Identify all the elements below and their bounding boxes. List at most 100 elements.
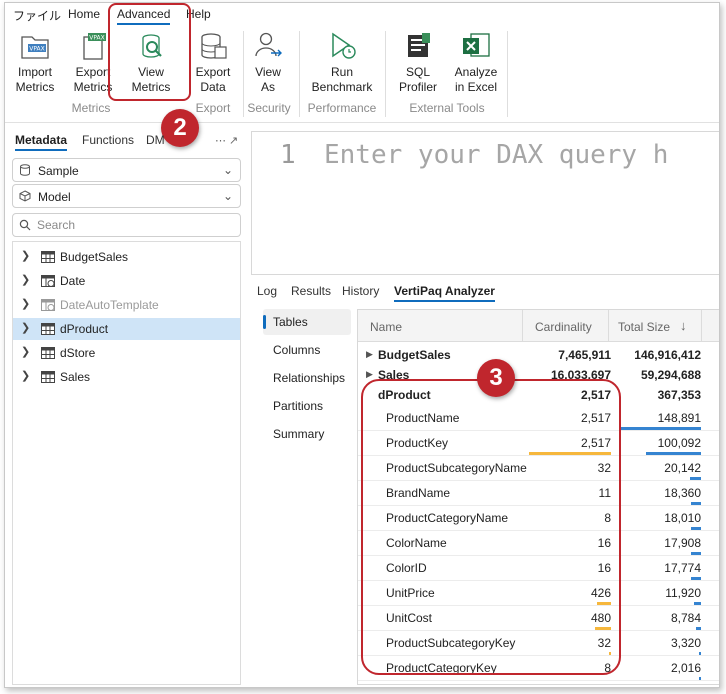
tree-item-label: Date — [60, 274, 86, 288]
grid-header: Name Cardinality Total Size ↓ — [358, 310, 719, 342]
callout-badge-3: 3 — [477, 359, 515, 397]
total-size-bar — [694, 602, 701, 605]
import-metrics-icon: VPAX — [18, 31, 52, 61]
table-total-size: 59,294,688 — [640, 368, 701, 382]
table-row[interactable]: ▶ BudgetSales 7,465,911 146,916,412 — [358, 344, 719, 364]
model-dropdown-value: Model — [38, 190, 71, 204]
excel-icon — [459, 31, 493, 61]
export-data-label: Export Data — [195, 65, 231, 94]
header-separator — [701, 310, 702, 342]
tab-history[interactable]: History — [342, 284, 379, 298]
chevron-right-icon[interactable]: ❯ — [21, 345, 30, 358]
import-metrics-button[interactable]: VPAX Import Metrics — [5, 31, 65, 95]
callout-highlight-columns — [361, 379, 621, 675]
search-input[interactable] — [37, 217, 232, 233]
column-total-size: 11,920 — [665, 586, 701, 600]
tab-functions[interactable]: Functions — [82, 133, 134, 147]
analyze-in-excel-button[interactable]: Analyze in Excel — [446, 31, 506, 95]
group-metrics-label: Metrics — [71, 101, 111, 115]
run-benchmark-button[interactable]: Run Benchmark — [309, 31, 375, 95]
export-data-button[interactable]: Export Data — [183, 31, 243, 95]
chevron-right-icon[interactable]: ❯ — [21, 273, 30, 286]
column-total-size: 2,016 — [670, 661, 701, 675]
tab-vertipaq-analyzer[interactable]: VertiPaq Analyzer — [394, 284, 495, 302]
user-icon — [251, 31, 285, 61]
tab-metadata[interactable]: Metadata — [15, 133, 68, 151]
column-total-size: 100,092 — [657, 436, 701, 450]
vpax-label-export: VPAX — [89, 35, 105, 42]
chevron-down-icon: ⌄ — [222, 189, 233, 203]
play-timer-icon — [325, 31, 359, 61]
vpax-label: VPAX — [29, 46, 45, 53]
callout-badge-2: 2 — [161, 109, 199, 147]
table-cardinality: 7,465,911 — [558, 348, 611, 362]
column-header-cardinality[interactable]: Cardinality — [535, 320, 592, 334]
view-as-button[interactable]: View As — [238, 31, 298, 95]
chevron-right-icon[interactable]: ❯ — [21, 249, 30, 262]
date-table-icon — [41, 299, 55, 311]
analyze-in-excel-label: Analyze in Excel — [454, 65, 498, 94]
nav-relationships-label: Relationships — [273, 371, 346, 385]
column-total-size: 3,320 — [670, 636, 701, 650]
column-header-name[interactable]: Name — [370, 320, 402, 334]
chevron-down-icon: ⌄ — [222, 163, 233, 177]
total-size-bar — [699, 677, 701, 680]
nav-columns-label: Columns — [273, 343, 321, 357]
expand-icon[interactable]: ▶ — [366, 369, 373, 380]
tab-log[interactable]: Log — [257, 284, 277, 298]
database-dropdown[interactable]: Sample ⌄ — [12, 158, 241, 182]
line-number: 1 — [280, 140, 296, 170]
nav-columns[interactable]: Columns — [263, 337, 351, 363]
database-dropdown-value: Sample — [38, 164, 79, 178]
tree-item-sales[interactable]: ❯ Sales — [13, 366, 240, 388]
nav-tables-label: Tables — [273, 315, 308, 329]
export-metrics-icon: VPAX — [76, 31, 110, 61]
pin-icon[interactable]: ⋯ ↗ — [215, 134, 238, 147]
ribbon-separator — [299, 31, 300, 117]
column-total-size: 18,010 — [664, 511, 701, 525]
profiler-icon — [401, 31, 435, 61]
model-dropdown[interactable]: Model ⌄ — [12, 184, 241, 208]
total-size-bar — [696, 627, 701, 630]
nav-summary[interactable]: Summary — [263, 421, 351, 447]
tree-item-label: BudgetSales — [60, 250, 129, 264]
menu-home[interactable]: Home — [68, 7, 100, 21]
sql-profiler-label: SQL Profiler — [398, 65, 437, 94]
editor-placeholder: Enter your DAX query h — [324, 140, 669, 170]
total-size-bar — [691, 502, 701, 505]
search-box — [12, 213, 241, 237]
ribbon-separator — [385, 31, 386, 117]
search-icon — [19, 219, 31, 231]
table-name: BudgetSales — [378, 348, 451, 362]
nav-tables[interactable]: Tables — [263, 309, 351, 335]
chevron-right-icon[interactable]: ❯ — [21, 297, 30, 310]
chevron-right-icon[interactable]: ❯ — [21, 321, 30, 334]
tree-item-dateautotemplate[interactable]: ❯ DateAutoTemplate — [13, 294, 240, 316]
column-total-size: 18,360 — [664, 486, 701, 500]
expand-icon[interactable]: ▶ — [366, 349, 373, 360]
nav-relationships[interactable]: Relationships — [263, 365, 351, 391]
sql-profiler-button[interactable]: SQL Profiler — [388, 31, 448, 95]
table-icon — [41, 347, 55, 359]
group-external-tools-label: External Tools — [409, 101, 485, 115]
menu-file[interactable]: ファイル — [13, 7, 61, 24]
chevron-right-icon[interactable]: ❯ — [21, 369, 30, 382]
date-table-icon — [41, 275, 55, 287]
tree-item-label: DateAutoTemplate — [60, 298, 159, 312]
tree-item-budgetsales[interactable]: ❯ BudgetSales — [13, 246, 240, 268]
sort-descending-icon[interactable]: ↓ — [680, 318, 687, 333]
dax-query-editor[interactable]: 1 Enter your DAX query h — [251, 131, 719, 275]
tree-item-date[interactable]: ❯ Date — [13, 270, 240, 292]
total-size-bar — [691, 527, 701, 530]
tree-item-dproduct[interactable]: ❯ dProduct — [13, 318, 240, 340]
column-total-size: 148,891 — [657, 411, 701, 425]
tab-dmv[interactable]: DM — [146, 133, 165, 147]
tab-results[interactable]: Results — [291, 284, 331, 298]
nav-partitions[interactable]: Partitions — [263, 393, 351, 419]
database-export-icon — [196, 31, 230, 61]
column-header-total-size[interactable]: Total Size — [618, 320, 670, 334]
header-separator — [522, 310, 523, 342]
tree-item-dstore[interactable]: ❯ dStore — [13, 342, 240, 364]
cube-icon — [19, 190, 31, 202]
table-total-size: 367,353 — [657, 388, 701, 402]
